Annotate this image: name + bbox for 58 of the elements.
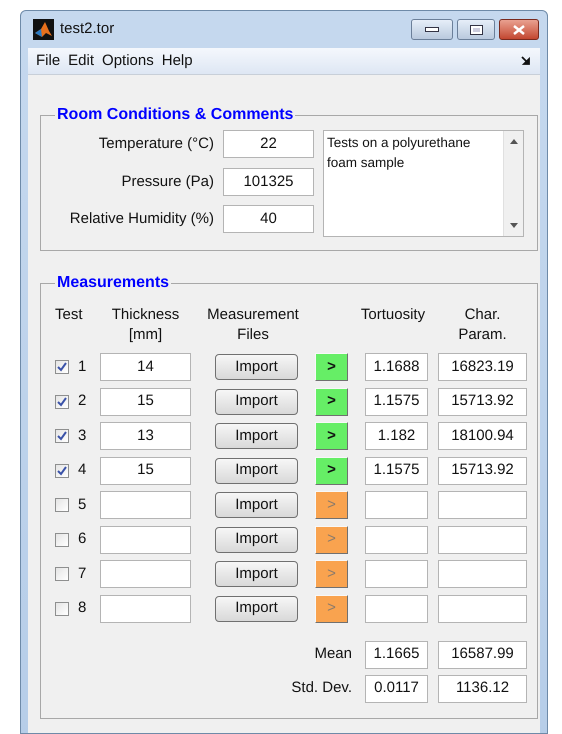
menu-item[interactable]: File xyxy=(33,50,64,72)
char-param-field[interactable]: 16823.19 xyxy=(438,353,527,381)
tortuosity-field[interactable]: 0.0117 xyxy=(365,674,428,702)
input-field[interactable]: 101325 xyxy=(223,168,314,196)
import-button[interactable]: Import xyxy=(215,492,298,518)
char-param-field[interactable]: 15713.92 xyxy=(438,456,527,484)
test-number: 6 xyxy=(78,529,86,550)
tortuosity-field[interactable]: 1.182 xyxy=(365,422,428,450)
thickness-field[interactable]: 13 xyxy=(100,422,191,450)
char-param-field[interactable]: 16587.99 xyxy=(438,640,527,668)
column-header: Thickness [mm] xyxy=(110,305,180,345)
column-header: Measurement Files xyxy=(206,305,300,345)
import-button[interactable]: Import xyxy=(215,423,298,449)
menu-item[interactable]: Help xyxy=(158,50,196,72)
test-number: 5 xyxy=(78,494,86,515)
import-button[interactable]: Import xyxy=(215,526,298,552)
tortuosity-field[interactable]: 1.1665 xyxy=(365,640,428,668)
arrow-button[interactable]: > xyxy=(315,388,348,416)
import-button[interactable]: Import xyxy=(215,561,298,587)
char-param-field[interactable]: 15713.92 xyxy=(438,388,527,416)
group-title: Room Conditions & Comments xyxy=(56,105,294,125)
thickness-field[interactable]: 15 xyxy=(100,388,191,416)
tortuosity-field[interactable]: 1.1575 xyxy=(365,388,428,416)
input-field[interactable]: 22 xyxy=(223,130,314,158)
arrow-button[interactable]: > xyxy=(315,353,348,381)
test-number: 4 xyxy=(78,460,86,480)
arrow-button[interactable]: > xyxy=(315,456,348,484)
tortuosity-field[interactable]: 1.1688 xyxy=(365,353,428,381)
input-field[interactable]: 40 xyxy=(223,205,314,233)
import-button[interactable]: Import xyxy=(215,354,298,380)
char-param-field[interactable]: 18100.94 xyxy=(438,422,527,450)
field-label: Temperature (°C) xyxy=(98,134,214,154)
test-number: 7 xyxy=(78,564,86,584)
import-button[interactable]: Import xyxy=(215,596,298,622)
arrow-button[interactable]: > xyxy=(315,422,348,450)
column-header: Tortuosity xyxy=(360,305,426,325)
column-header: Char. Param. xyxy=(457,305,508,345)
field-label: Pressure (Pa) xyxy=(120,172,214,192)
group-title: Measurements xyxy=(56,273,170,293)
summary-label: Std. Dev. xyxy=(290,678,353,698)
test-number: 1 xyxy=(78,356,86,377)
column-header: Test xyxy=(55,305,84,325)
tortuosity-field[interactable]: 1.1575 xyxy=(365,456,428,484)
test-number: 2 xyxy=(78,391,86,412)
comments-text: Tests on a polyurethane foam sample xyxy=(326,134,472,172)
test-number: 3 xyxy=(78,426,86,446)
menu-item[interactable]: Options xyxy=(99,50,157,72)
thickness-field[interactable]: 15 xyxy=(100,456,191,484)
window-title: test2.tor xyxy=(60,19,114,40)
menu-item[interactable]: Edit xyxy=(65,50,98,72)
import-button[interactable]: Import xyxy=(215,388,298,414)
char-param-field[interactable]: 1136.12 xyxy=(438,674,527,702)
import-button[interactable]: Import xyxy=(215,458,298,484)
summary-label: Mean xyxy=(313,644,353,664)
thickness-field[interactable]: 14 xyxy=(100,353,191,381)
test-number: 8 xyxy=(78,598,86,618)
field-label: Relative Humidity (%) xyxy=(68,208,214,229)
comments-box[interactable]: Tests on a polyurethane foam sample xyxy=(323,130,524,237)
